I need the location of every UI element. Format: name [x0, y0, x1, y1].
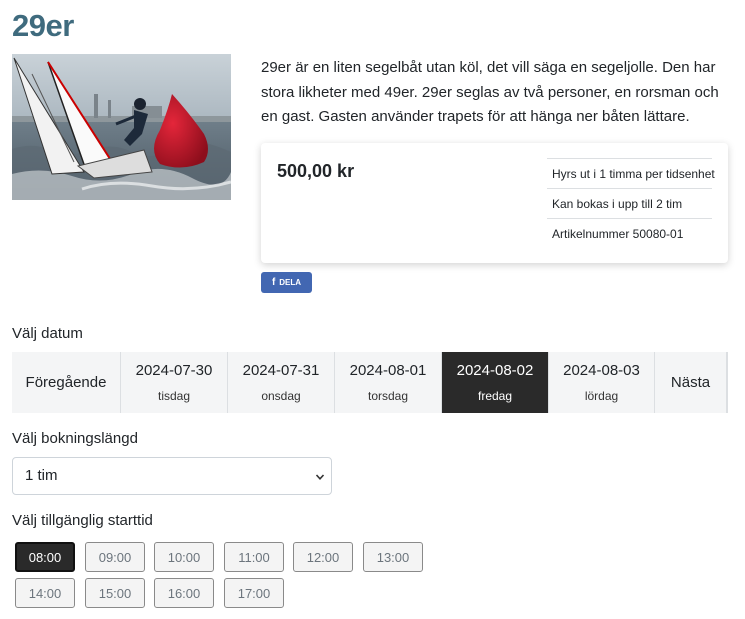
date-value: 2024-08-01: [349, 361, 427, 379]
duration-select[interactable]: 1 tim: [12, 457, 332, 495]
duration-label: Välj bokningslängd: [12, 430, 138, 447]
price-card: 500,00 kr Hyrs ut i 1 timma per tidsenhe…: [261, 143, 728, 263]
page-title: 29er: [12, 8, 74, 43]
weekday-value: fredag: [477, 388, 513, 403]
sailboat-photo: [12, 54, 231, 200]
previous-label: Föregående: [25, 374, 107, 391]
facebook-share-button[interactable]: f DELA: [261, 272, 312, 293]
date-option-2024-08-02[interactable]: 2024-08-02 fredag: [441, 352, 548, 413]
date-value: 2024-08-03: [563, 361, 640, 379]
info-item-article-number: Artikelnummer 50080-01: [547, 218, 712, 248]
info-item-max-booking: Kan bokas i upp till 2 tim: [547, 188, 712, 218]
info-item-rental-unit: Hyrs ut i 1 timma per tidsenhet: [547, 158, 715, 188]
time-slot-0800[interactable]: 08:00: [15, 542, 75, 572]
date-option-2024-08-01[interactable]: 2024-08-01 torsdag: [334, 352, 441, 413]
time-slot-1100[interactable]: 11:00: [224, 542, 284, 572]
time-slot-1600[interactable]: 16:00: [154, 578, 214, 608]
time-slot-1500[interactable]: 15:00: [85, 578, 145, 608]
next-label: Nästa: [670, 374, 711, 391]
date-value: 2024-08-02: [456, 361, 534, 379]
time-slot-0900[interactable]: 09:00: [85, 542, 145, 572]
time-slot-1400[interactable]: 14:00: [15, 578, 75, 608]
time-slot-1000[interactable]: 10:00: [154, 542, 214, 572]
share-label: DELA: [279, 278, 302, 287]
start-time-label: Välj tillgänglig starttid: [12, 512, 153, 529]
date-option-2024-07-31[interactable]: 2024-07-31 onsdag: [227, 352, 334, 413]
price: 500,00 kr: [277, 161, 355, 181]
product-description: 29er är en liten segelbåt utan köl, det …: [261, 59, 719, 125]
weekday-value: tisdag: [157, 388, 191, 403]
date-label: Välj datum: [12, 325, 83, 342]
chevron-down-icon: [315, 474, 325, 480]
date-value: 2024-07-31: [242, 361, 320, 379]
next-dates-button[interactable]: Nästa: [654, 352, 726, 413]
weekday-value: lördag: [584, 388, 619, 403]
previous-dates-button[interactable]: Föregående: [12, 352, 120, 413]
product-image: [12, 54, 231, 200]
weekday-value: onsdag: [261, 388, 301, 403]
weekday-value: torsdag: [367, 388, 409, 403]
date-value: 2024-07-30: [135, 361, 213, 379]
date-option-2024-08-03[interactable]: 2024-08-03 lördag: [548, 352, 654, 413]
time-slot-1200[interactable]: 12:00: [293, 542, 353, 572]
time-slot-1700[interactable]: 17:00: [224, 578, 284, 608]
duration-selected-value: 1 tim: [25, 467, 58, 484]
date-option-2024-07-30[interactable]: 2024-07-30 tisdag: [120, 352, 227, 413]
facebook-icon: f: [271, 277, 276, 288]
product-info-list: Hyrs ut i 1 timma per tidsenhet Kan boka…: [547, 158, 715, 248]
time-slot-1300[interactable]: 13:00: [363, 542, 423, 572]
date-picker: Föregående 2024-07-30 tisdag 2024-07-31 …: [12, 352, 728, 413]
